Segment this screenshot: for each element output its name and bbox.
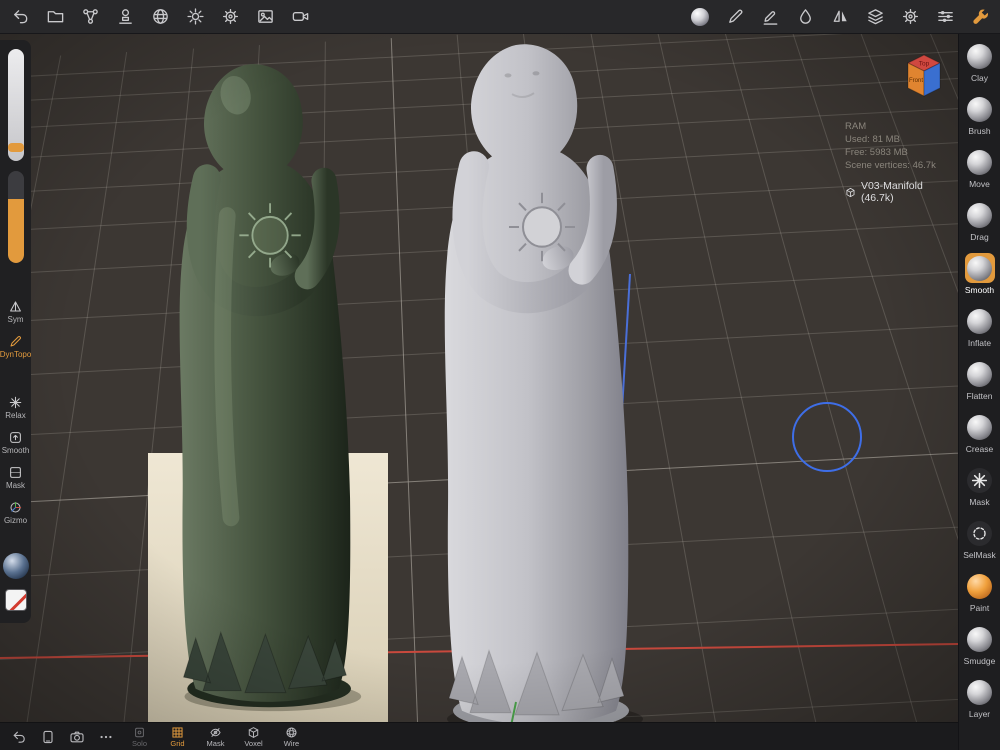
smudge-brush-icon [967,626,992,652]
wire-toggle[interactable]: Wire [275,723,308,750]
ram-used: Used: 81 MB [845,134,900,145]
background-image-icon[interactable] [254,6,276,28]
device-icon[interactable] [36,725,60,749]
matcap-sphere-icon[interactable] [689,6,711,28]
layers-icon[interactable] [864,6,886,28]
mask-star-icon [967,467,992,493]
smooth-square-icon [8,430,23,445]
tools-wrench-icon[interactable] [969,6,991,28]
ram-stats: RAM Used: 81 MB Free: 5983 MB Scene vert… [845,120,936,172]
pencil-icon[interactable] [759,6,781,28]
mesh-cube-icon [845,187,856,198]
flatten-brush-icon [967,361,992,387]
mask-button[interactable]: Mask [0,465,31,490]
grid-toggle[interactable]: Grid [161,723,194,750]
relax-button[interactable]: Relax [0,395,31,420]
navcube-top-label: Top [919,61,930,68]
drag-brush-icon [967,202,992,228]
brush-intensity-slider[interactable] [7,171,24,263]
material-sphere-icon[interactable] [2,553,29,579]
tool-clay[interactable]: Clay [959,38,1000,91]
solo-icon [133,726,146,739]
gizmo-icon [8,500,23,515]
move-brush-icon [967,149,992,175]
left-tool-panel: Sym DynTopo Relax Smooth Mask Gizmo [0,40,31,623]
scene-vertices: Scene vertices: 46.7k [845,160,936,171]
undo-icon[interactable] [7,725,31,749]
crease-brush-icon [967,414,992,440]
tool-mask[interactable]: Mask [959,462,1000,515]
render-gear-icon[interactable] [219,6,241,28]
tool-move[interactable]: Move [959,144,1000,197]
brush-radius-slider[interactable] [7,49,24,161]
paint-drop-icon[interactable] [794,6,816,28]
tool-crease[interactable]: Crease [959,409,1000,462]
3d-viewport[interactable]: RAM Used: 81 MB Free: 5983 MB Scene vert… [0,34,958,750]
stamp-icon[interactable] [114,6,136,28]
sliders-icon[interactable] [934,6,956,28]
scene-graph-icon[interactable] [79,6,101,28]
selmask-circle-icon [967,520,992,546]
mask-view-toggle[interactable]: Mask [199,723,232,750]
pen-icon[interactable] [724,6,746,28]
gizmo-button[interactable]: Gizmo [0,500,31,525]
tool-brush[interactable]: Brush [959,91,1000,144]
sculpt-app: RAM Used: 81 MB Free: 5983 MB Scene vert… [0,0,1000,750]
symmetry-icon[interactable] [829,6,851,28]
folder-icon[interactable] [44,6,66,28]
smooth-button[interactable]: Smooth [0,430,31,455]
vignette [0,34,958,750]
lighting-sun-icon[interactable] [184,6,206,28]
symmetry-toggle[interactable]: Sym [0,299,31,324]
mesh-list-item[interactable]: V03-Manifold (46.7k) [845,180,958,204]
screenshot-camera-icon[interactable] [65,725,89,749]
ram-free: Free: 5983 MB [845,147,908,158]
tool-drag[interactable]: Drag [959,197,1000,250]
paint-brush-icon [967,573,992,599]
sym-triangle-icon [8,299,23,314]
tool-inflate[interactable]: Inflate [959,303,1000,356]
smooth-brush-icon [967,255,992,281]
grid-icon [171,726,184,739]
voxel-cube-icon [247,726,260,739]
relax-asterisk-icon [8,395,23,410]
topbar-right-group [689,6,991,28]
tool-layer[interactable]: Layer [959,674,1000,727]
inflate-brush-icon [967,308,992,334]
topbar-left-group [9,6,311,28]
navigation-cube[interactable]: Top Front [901,50,947,107]
undo-icon[interactable] [9,6,31,28]
radius-slider-handle[interactable] [7,143,24,153]
background-swatch-icon[interactable] [4,589,27,611]
brush-icon [967,96,992,122]
tool-flatten[interactable]: Flatten [959,356,1000,409]
settings-gear-icon[interactable] [899,6,921,28]
more-dots-icon[interactable] [94,725,118,749]
navcube-front-label: Front [909,78,923,84]
dyntopo-toggle[interactable]: DynTopo [0,334,31,359]
tool-smudge[interactable]: Smudge [959,621,1000,674]
mask-square-icon [8,465,23,480]
tool-selmask[interactable]: SelMask [959,515,1000,568]
brush-toolbar: Clay Brush Move Drag Smooth Inflate Flat… [958,34,1000,750]
clay-brush-icon [967,43,992,69]
solo-toggle[interactable]: Solo [123,723,156,750]
tool-smooth[interactable]: Smooth [959,250,1000,303]
mask-eye-icon [209,726,222,739]
dyntopo-pen-icon [8,334,23,349]
camera-icon[interactable] [289,6,311,28]
intensity-slider-fill [7,198,24,263]
wireframe-icon [285,726,298,739]
ram-title: RAM [845,121,867,132]
tool-paint[interactable]: Paint [959,568,1000,621]
scene-canvas[interactable] [0,34,958,750]
environment-sphere-icon[interactable] [149,6,171,28]
layer-brush-icon [967,679,992,705]
top-toolbar [0,0,1000,34]
bottom-toolbar: Solo Grid Mask Voxel Wire [0,722,958,750]
mesh-name: V03-Manifold (46.7k) [860,180,923,204]
voxel-toggle[interactable]: Voxel [237,723,270,750]
